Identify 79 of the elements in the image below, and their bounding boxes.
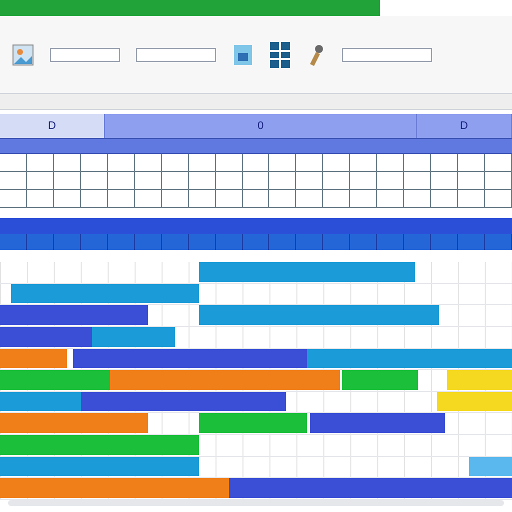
- table-cell: [0, 172, 27, 190]
- table-cell: [485, 154, 512, 172]
- table-cell: [296, 154, 324, 172]
- table-cell: [134, 190, 162, 208]
- table-cell: [242, 154, 270, 172]
- table-cell: [242, 172, 270, 190]
- table-cell: [458, 172, 486, 190]
- table-cell: [134, 154, 162, 172]
- table-cell: [216, 154, 243, 172]
- table-cell: [188, 154, 216, 172]
- dropdown-field[interactable]: [50, 48, 120, 62]
- table-cell: [350, 190, 378, 208]
- task-bar[interactable]: [307, 348, 512, 368]
- table-cell: [54, 190, 81, 208]
- table-cell: [323, 154, 350, 172]
- table-cell: [269, 190, 296, 208]
- task-bar[interactable]: [0, 456, 200, 476]
- table-cell: [162, 154, 189, 172]
- table-cell: [26, 190, 54, 208]
- column-header: D: [48, 118, 56, 134]
- table-cell: [269, 154, 296, 172]
- table-cell: [458, 154, 486, 172]
- table-cell: [485, 172, 512, 190]
- table-cell: [108, 172, 135, 190]
- table-cell: [162, 172, 189, 190]
- table-cell: [216, 172, 243, 190]
- table-cell: [0, 190, 27, 208]
- table-cell: [242, 190, 270, 208]
- task-bar[interactable]: [0, 478, 230, 498]
- table-cell: [323, 172, 350, 190]
- table-cell: [108, 154, 135, 172]
- table-icon[interactable]: [270, 42, 290, 68]
- task-bar[interactable]: [72, 348, 308, 368]
- table-cell: [269, 172, 296, 190]
- table-cell: [404, 154, 432, 172]
- table-cell: [54, 154, 81, 172]
- column-header: D: [460, 118, 468, 134]
- table-cell: [54, 172, 81, 190]
- task-bar[interactable]: [0, 392, 81, 412]
- table-cell: [26, 154, 54, 172]
- scroll-bar[interactable]: [8, 500, 504, 506]
- chart-icon[interactable]: [232, 42, 254, 66]
- task-bar[interactable]: [229, 478, 512, 498]
- table-cell: [26, 172, 54, 190]
- table-cell: [188, 172, 216, 190]
- task-bar[interactable]: [0, 348, 68, 368]
- picture-icon[interactable]: [12, 44, 34, 66]
- table-cell: [80, 154, 108, 172]
- table-cell: [404, 190, 432, 208]
- table-cell: [350, 172, 378, 190]
- search-field[interactable]: [342, 48, 432, 62]
- table-cell: [431, 172, 458, 190]
- table-cell: [80, 190, 108, 208]
- task-bar[interactable]: [10, 284, 200, 304]
- table-cell: [377, 172, 404, 190]
- table-cell: [162, 190, 189, 208]
- table-cell: [296, 190, 324, 208]
- table-cell: [134, 172, 162, 190]
- task-bar[interactable]: [0, 413, 148, 434]
- table-cell: [404, 172, 432, 190]
- table-cell: [458, 190, 486, 208]
- table-cell: [188, 190, 216, 208]
- table-cell: [80, 172, 108, 190]
- dropdown-field[interactable]: [136, 48, 216, 62]
- table-cell: [431, 190, 458, 208]
- table-cell: [0, 154, 27, 172]
- task-bar[interactable]: [310, 413, 445, 434]
- table-cell: [485, 190, 512, 208]
- table-cell: [323, 190, 350, 208]
- table-cell: [296, 172, 324, 190]
- table-cell: [108, 190, 135, 208]
- task-bar[interactable]: [0, 326, 92, 347]
- column-header: 0: [257, 118, 264, 134]
- task-bar[interactable]: [80, 392, 286, 412]
- table-cell: [216, 190, 243, 208]
- table-cell: [377, 154, 404, 172]
- table-cell: [350, 154, 378, 172]
- table-cell: [377, 190, 404, 208]
- table-cell: [431, 154, 458, 172]
